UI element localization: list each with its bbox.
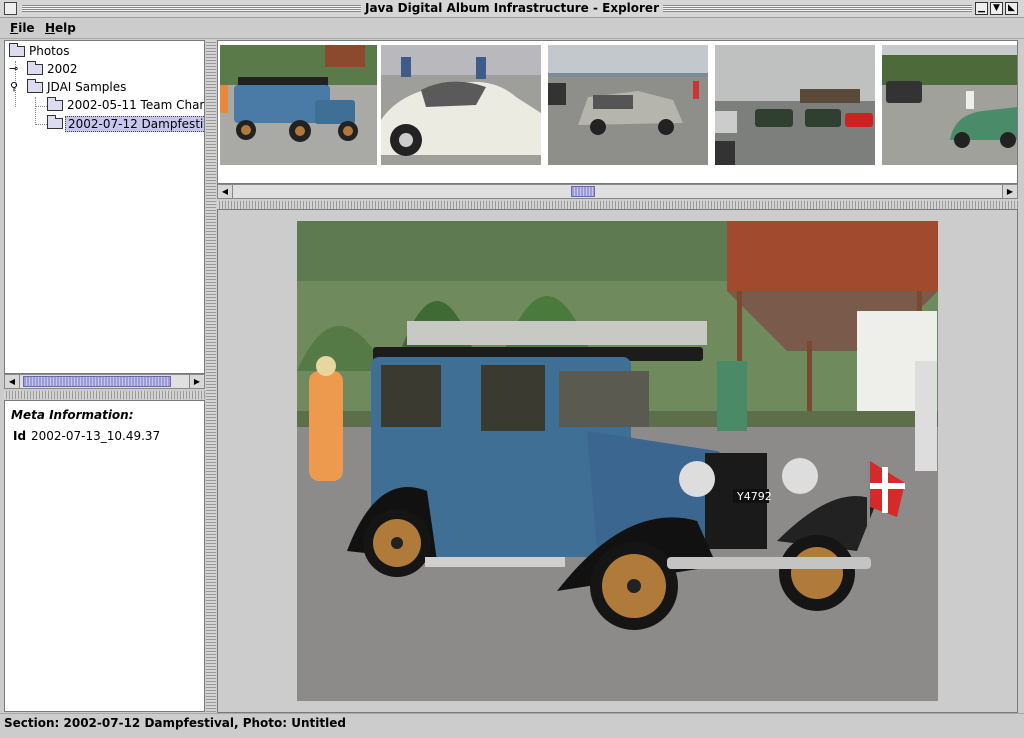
album-tree[interactable]: Photos ⊸ 2002 ⚲ JDAI Samples 2002-05-11 … — [4, 40, 205, 374]
tree-connector — [35, 106, 47, 107]
thumbnail-strip[interactable] — [217, 40, 1018, 184]
close-icon[interactable]: ◣ — [1005, 2, 1018, 15]
folder-icon — [47, 115, 63, 129]
thumb-green-roadster[interactable] — [882, 45, 1017, 165]
scroll-left-icon[interactable]: ◀ — [218, 185, 233, 198]
photo-preview-area: Y4792 — [217, 209, 1018, 713]
folder-icon — [47, 97, 63, 111]
menu-file[interactable]: File — [10, 21, 35, 35]
thumbnail-horizontal-scrollbar[interactable]: ◀ ▶ — [217, 184, 1018, 199]
menu-help[interactable]: Help — [45, 21, 76, 35]
folder-icon — [9, 43, 25, 57]
tree-horizontal-scrollbar[interactable]: ◀ ▶ — [4, 374, 205, 389]
right-pane-splitter[interactable] — [217, 201, 1018, 209]
window-title: Java Digital Album Infrastructure - Expl… — [0, 1, 1024, 15]
folder-icon — [27, 61, 43, 75]
scroll-thumb[interactable] — [571, 186, 595, 197]
folder-icon — [27, 79, 43, 93]
scroll-thumb[interactable] — [23, 376, 171, 387]
scroll-right-icon[interactable]: ▶ — [189, 375, 204, 388]
photo-preview[interactable]: Y4792 — [297, 221, 938, 701]
tree-connector — [35, 124, 47, 125]
title-bar: Java Digital Album Infrastructure - Expl… — [0, 0, 1024, 18]
meta-information-panel: Meta Information: Id 2002-07-13_10.49.37 — [4, 400, 205, 712]
tree-connector — [35, 97, 36, 125]
meta-value-id: 2002-07-13_10.49.37 — [31, 429, 161, 443]
meta-heading: Meta Information: — [11, 408, 134, 422]
scroll-left-icon[interactable]: ◀ — [5, 375, 20, 388]
thumb-harbor-cars[interactable] — [715, 45, 875, 165]
thumb-white-coupe[interactable] — [381, 45, 541, 165]
collapse-handle-icon[interactable]: ⚲ — [10, 81, 18, 93]
expand-handle-icon[interactable]: ⊸ — [9, 63, 18, 75]
status-text: Section: 2002-07-12 Dampfestival, Photo:… — [4, 716, 346, 730]
main-vertical-splitter[interactable] — [206, 40, 216, 712]
maximize-icon[interactable]: ▼ — [990, 2, 1003, 15]
scroll-right-icon[interactable]: ▶ — [1002, 185, 1017, 198]
minimize-icon[interactable]: ▁ — [975, 2, 988, 15]
status-bar: Section: 2002-07-12 Dampfestival, Photo:… — [0, 713, 1024, 738]
thumb-silver-sedan[interactable] — [548, 45, 708, 165]
license-plate: Y4792 — [736, 490, 772, 503]
thumb-blue-vintage-car[interactable] — [220, 45, 377, 165]
meta-key-id: Id — [13, 429, 27, 443]
left-pane-splitter[interactable] — [4, 391, 205, 399]
menu-bar: File Help — [0, 18, 1024, 39]
